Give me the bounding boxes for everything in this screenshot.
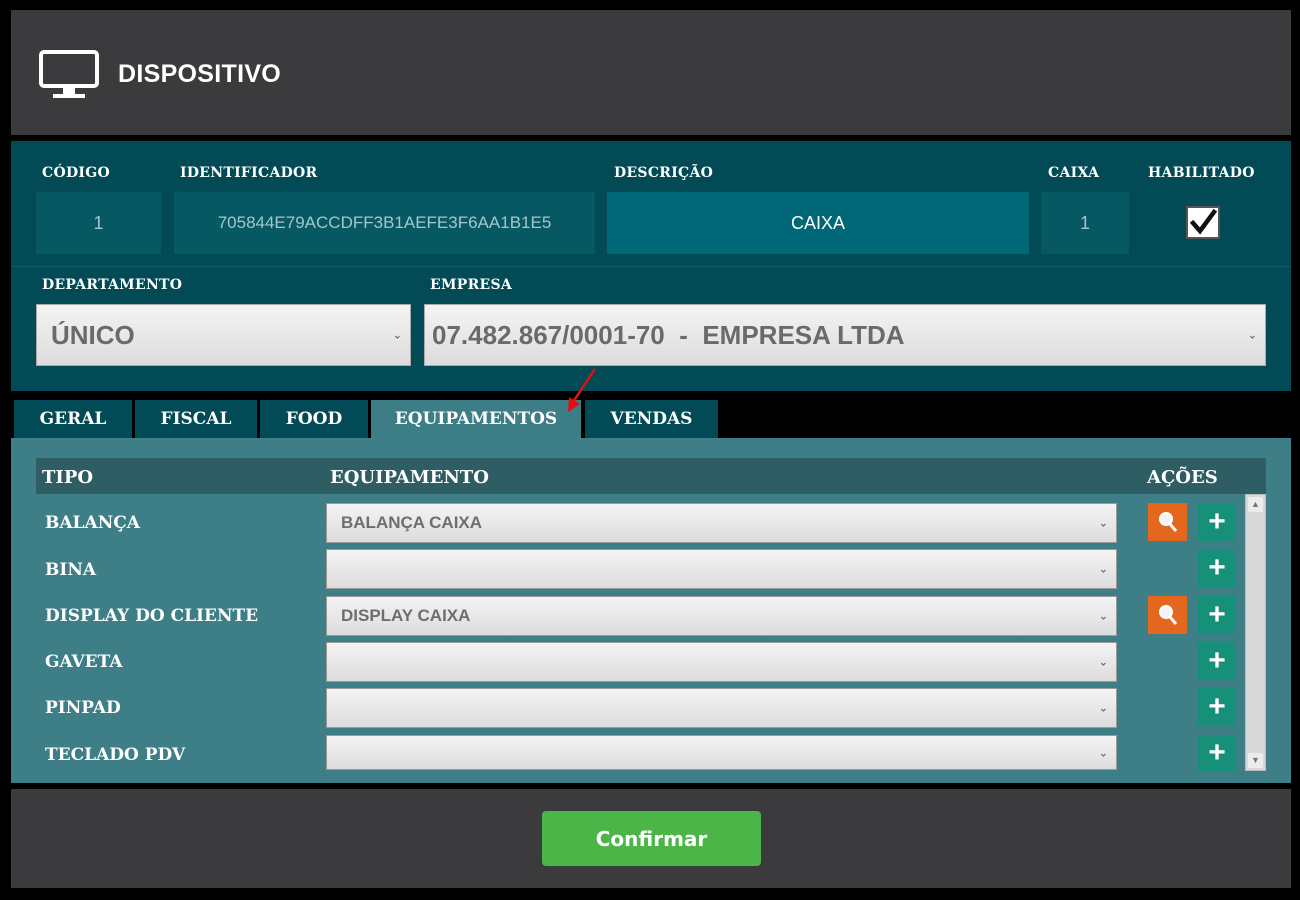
tab-fiscal[interactable]: FISCAL (135, 400, 257, 438)
equipamento-select-bina[interactable]: ⌄ (326, 549, 1117, 589)
tab-vendas[interactable]: VENDAS (585, 400, 718, 438)
magnifier-icon (1158, 512, 1177, 532)
row-tipo-display-do-cliente: DISPLAY DO CLIENTE (45, 606, 259, 626)
codigo-field[interactable]: 1 (36, 192, 161, 254)
equipamento-select-pinpad[interactable]: ⌄ (326, 688, 1117, 728)
tab-food[interactable]: FOOD (260, 400, 368, 438)
row-tipo-pinpad: PINPAD (45, 698, 121, 718)
form-divider (11, 266, 1291, 267)
scrollbar[interactable]: ▲ ▼ (1245, 494, 1266, 771)
codigo-label: CÓDIGO (42, 165, 110, 181)
page-title: DISPOSITIVO (118, 60, 282, 88)
chevron-down-icon: ⌄ (1098, 656, 1108, 669)
row-tipo-teclado-pdv: TECLADO PDV (45, 745, 186, 765)
equipamento-header: EQUIPAMENTO (330, 467, 489, 488)
empresa-select[interactable]: 07.482.867/0001-70 - EMPRESA LTDA ⌄ (424, 304, 1266, 366)
device-form: CÓDIGO IDENTIFICADOR DESCRIÇÃO CAIXA HAB… (11, 141, 1291, 391)
equipamento-select-balanca[interactable]: BALANÇA CAIXA ⌄ (326, 503, 1117, 543)
chevron-down-icon: ⌄ (1098, 517, 1108, 530)
habilitado-checkbox[interactable] (1186, 206, 1220, 239)
acoes-header: AÇÕES (1147, 467, 1218, 488)
row-tipo-gaveta: GAVETA (45, 652, 123, 672)
add-button-balanca[interactable]: + (1198, 503, 1236, 541)
confirm-button[interactable]: Confirmar (542, 811, 761, 866)
magnifier-icon (1158, 605, 1177, 625)
row-tipo-balanca: BALANÇA (45, 513, 140, 533)
add-button-pinpad[interactable]: + (1198, 688, 1236, 726)
tipo-header: TIPO (42, 467, 94, 488)
table-header: TIPO EQUIPAMENTO AÇÕES (36, 458, 1266, 494)
chevron-down-icon: ⌄ (1247, 329, 1257, 342)
departamento-select[interactable]: ÚNICO ⌄ (36, 304, 411, 366)
caixa-field[interactable]: 1 (1041, 192, 1129, 254)
scroll-down-icon[interactable]: ▼ (1248, 753, 1263, 768)
page-header: DISPOSITIVO (11, 10, 1291, 135)
descricao-label: DESCRIÇÃO (614, 165, 714, 181)
equipamento-value: BALANÇA CAIXA (341, 513, 483, 532)
departamento-value: ÚNICO (51, 319, 135, 350)
chevron-down-icon: ⌄ (1098, 702, 1108, 715)
add-button-display[interactable]: + (1198, 596, 1236, 634)
tab-equipamentos[interactable]: EQUIPAMENTOS (371, 400, 581, 438)
departamento-label: DEPARTAMENTO (42, 277, 183, 293)
annotation-arrow (568, 368, 597, 412)
equipamento-select-display[interactable]: DISPLAY CAIXA ⌄ (326, 596, 1117, 636)
equipamento-select-teclado[interactable]: ⌄ (326, 735, 1117, 770)
equipamentos-panel: TIPO EQUIPAMENTO AÇÕES BALANÇA BALANÇA C… (11, 438, 1291, 783)
row-tipo-bina: BINA (45, 560, 97, 580)
equipamento-select-gaveta[interactable]: ⌄ (326, 642, 1117, 682)
tab-geral[interactable]: GERAL (14, 400, 132, 438)
descricao-field[interactable]: CAIXA (607, 192, 1029, 254)
chevron-down-icon: ⌄ (1098, 563, 1108, 576)
caixa-label: CAIXA (1048, 165, 1100, 181)
empresa-label: EMPRESA (430, 277, 513, 293)
chevron-down-icon: ⌄ (1098, 747, 1108, 759)
page-footer: Confirmar (11, 789, 1291, 888)
checkmark-icon (1189, 208, 1218, 235)
equipamento-value: DISPLAY CAIXA (341, 606, 471, 625)
scroll-up-icon[interactable]: ▲ (1248, 497, 1263, 512)
search-button-balanca[interactable] (1148, 503, 1187, 541)
empresa-value: 07.482.867/0001-70 - EMPRESA LTDA (432, 319, 905, 350)
habilitado-label: HABILITADO (1148, 165, 1255, 181)
monitor-icon (39, 50, 99, 98)
chevron-down-icon: ⌄ (1098, 610, 1108, 623)
add-button-teclado[interactable]: + (1198, 735, 1236, 771)
add-button-bina[interactable]: + (1198, 549, 1236, 587)
search-button-display[interactable] (1148, 596, 1187, 634)
chevron-down-icon: ⌄ (392, 329, 402, 342)
identificador-label: IDENTIFICADOR (180, 165, 318, 181)
add-button-gaveta[interactable]: + (1198, 642, 1236, 680)
identificador-field[interactable]: 705844E79ACCDFF3B1AEFE3F6AA1B1E5 (174, 192, 595, 254)
